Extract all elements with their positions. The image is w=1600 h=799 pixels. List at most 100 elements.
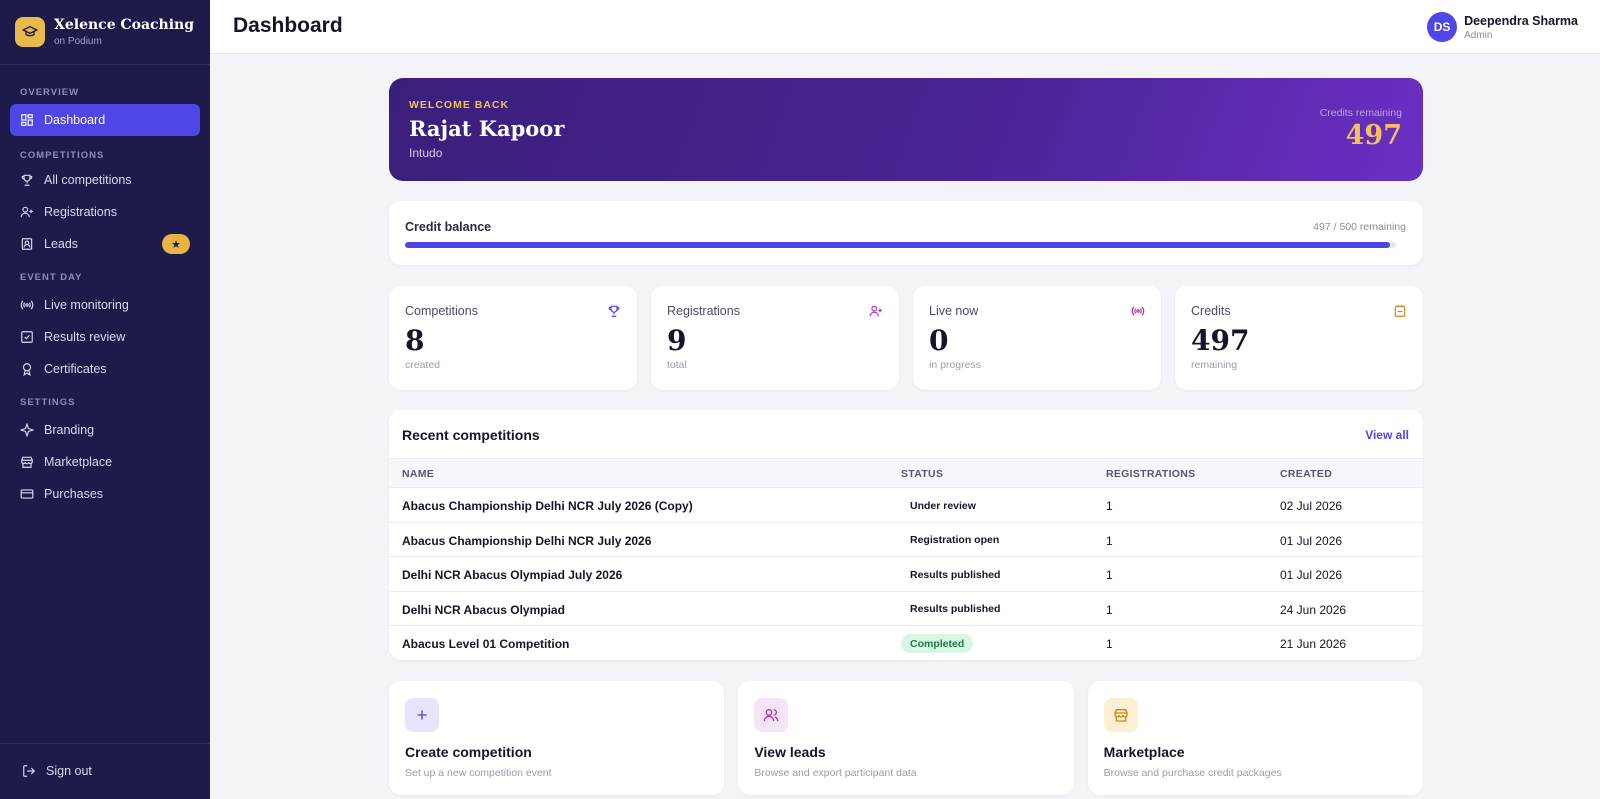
dashboard-grid-icon <box>21 114 33 126</box>
registrations-count: 1 <box>1106 602 1113 617</box>
sidebar-item-label: Certificates <box>44 362 107 376</box>
column-header-registrations[interactable]: REGISTRATIONS <box>1106 468 1195 480</box>
table-row[interactable]: Abacus Championship Delhi NCR July 2026 … <box>389 523 1423 557</box>
section-event-day: EVENT DAY <box>20 272 83 283</box>
users-icon <box>754 698 789 732</box>
registrations-count: 1 <box>1106 568 1113 582</box>
stat-competitions[interactable]: Competitions 8 created <box>389 286 637 390</box>
sidebar-item-label: Branding <box>44 423 95 437</box>
credits-remaining-value: 497 <box>1345 120 1402 151</box>
user-plus-icon <box>869 305 882 317</box>
table-row[interactable]: Abacus Championship Delhi NCR July 2026 … <box>389 488 1423 523</box>
table-row[interactable]: Delhi NCR Abacus Olympiad Results publis… <box>389 592 1423 626</box>
status-badge: Results published <box>910 603 1001 615</box>
sidebar: Xelence Coaching on Podium OVERVIEW Dash… <box>0 0 210 799</box>
credit-card-icon <box>20 489 34 499</box>
welcome-name: Rajat Kapoor <box>409 116 565 141</box>
contact-book-icon <box>21 238 33 250</box>
sidebar-item-marketplace[interactable]: Marketplace <box>10 446 200 478</box>
sidebar-item-purchases[interactable]: Purchases <box>10 478 200 510</box>
marketplace-card[interactable]: Marketplace Browse and purchase credit p… <box>1087 681 1423 795</box>
stat-value: 497 <box>1191 324 1250 357</box>
sidebar-item-certificates[interactable]: Certificates <box>10 353 200 385</box>
quick-actions: Create competition Set up a new competit… <box>389 681 1423 795</box>
sidebar-item-label: All competitions <box>44 173 132 187</box>
logout-icon <box>23 765 36 777</box>
sidebar-item-label: Results review <box>44 330 126 344</box>
stat-live-now[interactable]: Live now 0 in progress <box>913 286 1161 390</box>
table-row[interactable]: Abacus Level 01 Competition Completed 1 … <box>389 626 1423 660</box>
competition-name[interactable]: Delhi NCR Abacus Olympiad July 2026 <box>402 568 622 582</box>
sidebar-item-results-review[interactable]: Results review <box>10 321 200 353</box>
stats-row: Competitions 8 created Registrations 9 t… <box>389 286 1423 390</box>
user-role: Admin <box>1464 29 1493 41</box>
competition-name[interactable]: Delhi NCR Abacus Olympiad <box>402 603 565 617</box>
sidebar-item-all-competitions[interactable]: All competitions <box>10 164 200 196</box>
trophy-icon <box>21 174 33 186</box>
create-competition-card[interactable]: Create competition Set up a new competit… <box>389 681 725 795</box>
created-date: 01 Jul 2026 <box>1280 568 1343 582</box>
section-overview: OVERVIEW <box>20 87 80 98</box>
topbar: Dashboard DS Deependra Sharma Admin <box>210 0 1600 54</box>
sparkle-icon <box>20 423 34 437</box>
created-date: 01 Jul 2026 <box>1280 533 1343 548</box>
credit-balance-title: Credit balance <box>405 220 492 234</box>
sidebar-item-branding[interactable]: Branding <box>10 414 200 446</box>
award-ribbon-icon <box>22 363 32 376</box>
welcome-eyebrow: WELCOME BACK <box>409 99 510 111</box>
status-badge: Registration open <box>910 534 1000 546</box>
view-leads-card[interactable]: View leads Browse and export participant… <box>738 681 1074 795</box>
stat-registrations[interactable]: Registrations 9 total <box>651 286 899 390</box>
avatar: DS <box>1427 12 1458 42</box>
credits-remaining-label: Credits remaining <box>1319 107 1402 119</box>
store-icon <box>21 456 33 468</box>
section-competitions: COMPETITIONS <box>20 150 105 161</box>
page-title: Dashboard <box>233 14 343 37</box>
created-date: 24 Jun 2026 <box>1280 602 1347 617</box>
welcome-org: Intudo <box>409 146 443 160</box>
competition-name[interactable]: Abacus Level 01 Competition <box>402 637 569 651</box>
view-all-link[interactable]: View all <box>1365 428 1409 442</box>
brand[interactable]: Xelence Coaching on Podium <box>0 0 210 65</box>
registrations-count: 1 <box>1106 533 1113 548</box>
sidebar-item-label: Purchases <box>44 487 104 501</box>
stat-label: Credits <box>1191 304 1231 318</box>
checkbox-icon <box>21 331 33 343</box>
stat-label: Registrations <box>667 304 740 318</box>
action-title: View leads <box>754 744 826 760</box>
plus-icon <box>405 698 439 732</box>
action-sub: Set up a new competition event <box>405 767 552 779</box>
sidebar-item-dashboard[interactable]: Dashboard <box>10 104 200 136</box>
stat-sub: total <box>667 359 687 371</box>
column-header-status[interactable]: STATUS <box>901 468 943 480</box>
wallet-icon <box>1394 305 1406 317</box>
competition-name[interactable]: Abacus Championship Delhi NCR July 2026 <box>402 534 651 548</box>
stat-value: 9 <box>667 324 687 357</box>
user-menu[interactable]: DS Deependra Sharma Admin <box>1427 12 1578 42</box>
table-row[interactable]: Delhi NCR Abacus Olympiad July 2026 Resu… <box>389 557 1423 592</box>
column-header-name[interactable]: NAME <box>402 468 434 480</box>
sidebar-item-leads[interactable]: Leads ★ <box>10 228 200 260</box>
sidebar-item-registrations[interactable]: Registrations <box>10 196 200 228</box>
action-sub: Browse and purchase credit packages <box>1103 767 1282 779</box>
stat-credits[interactable]: Credits 497 remaining <box>1175 286 1423 390</box>
stat-label: Live now <box>929 304 979 318</box>
action-title: Create competition <box>405 744 532 760</box>
created-date: 02 Jul 2026 <box>1280 499 1343 513</box>
sign-out-button[interactable]: Sign out <box>22 764 92 778</box>
credit-balance-remaining: 497 / 500 remaining <box>1313 221 1406 233</box>
column-header-created[interactable]: CREATED <box>1280 468 1332 480</box>
main-content: WELCOME BACK Rajat Kapoor Intudo Credits… <box>389 78 1423 795</box>
broadcast-icon <box>1131 306 1145 316</box>
competition-name[interactable]: Abacus Championship Delhi NCR July 2026 … <box>402 499 693 513</box>
sidebar-item-label: Marketplace <box>44 455 113 469</box>
table-body: Abacus Championship Delhi NCR July 2026 … <box>389 488 1423 660</box>
sidebar-item-label: Registrations <box>44 205 117 219</box>
sidebar-item-live-monitoring[interactable]: Live monitoring <box>10 289 200 321</box>
store-icon <box>1103 698 1138 732</box>
status-badge: Results published <box>910 568 1001 581</box>
stat-value: 8 <box>405 324 425 357</box>
recent-competitions-title: Recent competitions <box>402 427 540 443</box>
welcome-banner: WELCOME BACK Rajat Kapoor Intudo Credits… <box>389 78 1423 181</box>
registrations-count: 1 <box>1106 499 1113 513</box>
